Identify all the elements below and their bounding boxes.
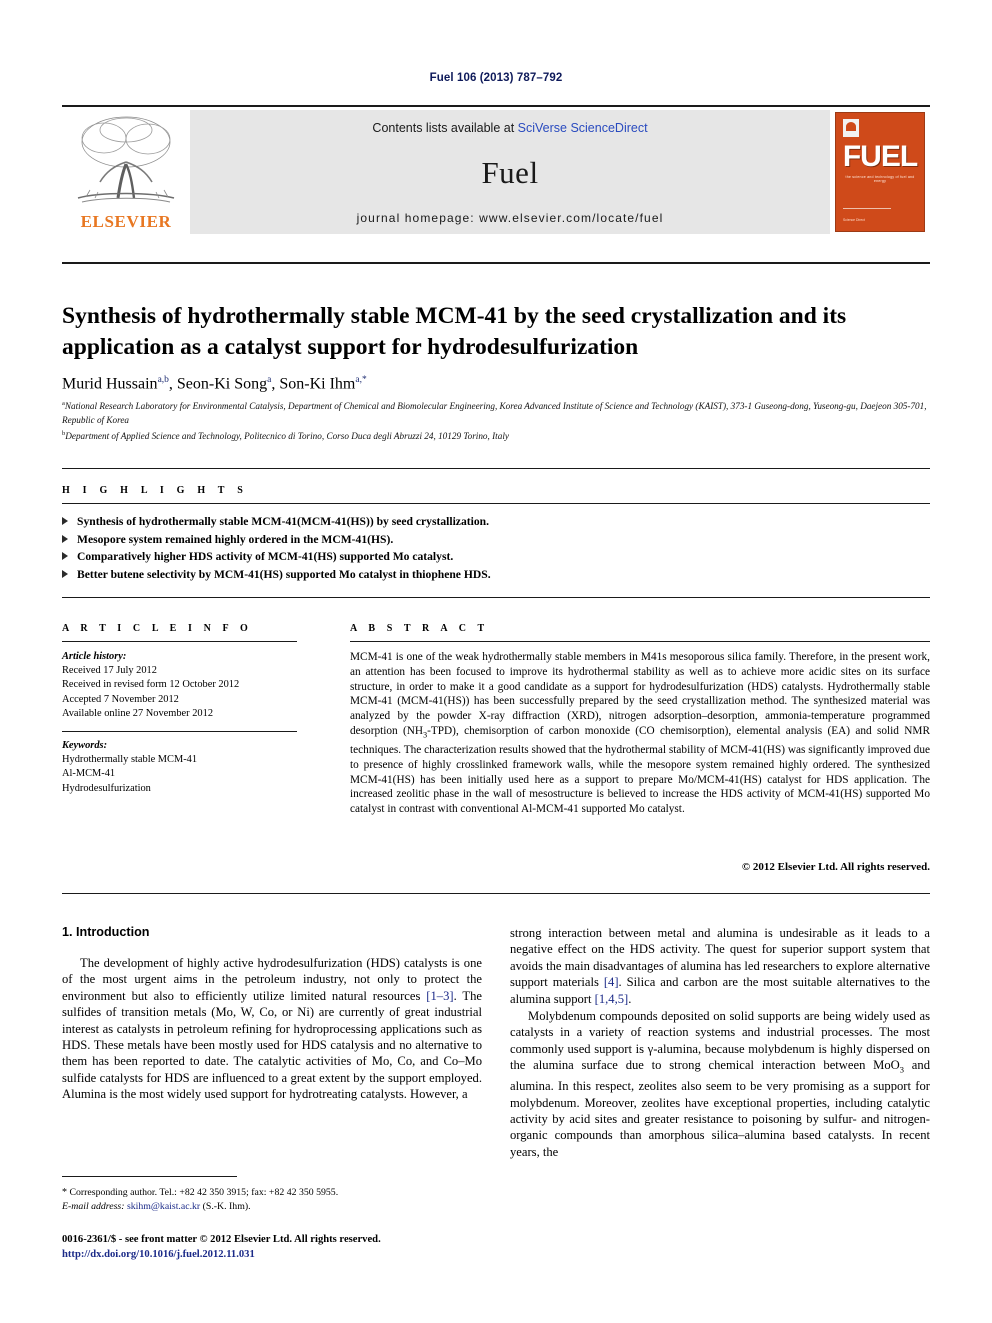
- paragraph: strong interaction between metal and alu…: [510, 925, 930, 1007]
- footnote-divider: [62, 1176, 237, 1177]
- abstract-part-2: -TPD), chemisorption of carbon monoxide …: [350, 724, 930, 816]
- journal-homepage-link[interactable]: journal homepage: www.elsevier.com/locat…: [190, 211, 830, 225]
- highlights-list: Synthesis of hydrothermally stable MCM-4…: [62, 513, 930, 583]
- list-item: Better butene selectivity by MCM-41(HS) …: [62, 566, 930, 584]
- contents-prefix: Contents lists available at: [372, 121, 518, 135]
- list-item: Synthesis of hydrothermally stable MCM-4…: [62, 513, 930, 531]
- citation-ref[interactable]: [1–3]: [426, 989, 453, 1003]
- paper-page: Fuel 106 (2013) 787–792 ELSEVIER Content…: [0, 0, 992, 1323]
- footnote-line: * Corresponding author. Tel.: +82 42 350…: [62, 1186, 492, 1200]
- paragraph-text: The development of highly active hydrode…: [62, 956, 482, 1003]
- paragraph: The development of highly active hydrode…: [62, 955, 482, 1103]
- citation-ref[interactable]: [4]: [604, 975, 619, 989]
- masthead-center: Contents lists available at SciVerse Sci…: [190, 110, 830, 234]
- list-item: Comparatively higher HDS activity of MCM…: [62, 548, 930, 566]
- email-label: E-mail address:: [62, 1200, 125, 1212]
- imprint-block: 0016-2361/$ - see front matter © 2012 El…: [62, 1233, 542, 1262]
- keyword-item: Hydrothermally stable MCM-41: [62, 754, 198, 766]
- highlight-text: Synthesis of hydrothermally stable MCM-4…: [77, 515, 489, 528]
- paragraph-text: . The sulfides of transition metals (Mo,…: [62, 988, 482, 1102]
- journal-masthead: ELSEVIER Contents lists available at Sci…: [62, 105, 930, 235]
- keywords-label: Keywords:: [62, 740, 108, 752]
- author-list: Murid Hussaina,b, Seon-Ki Songa, Son-Ki …: [62, 375, 367, 393]
- affiliation-list: aNational Research Laboratory for Enviro…: [62, 397, 930, 444]
- affiliation-item: bDepartment of Applied Science and Techn…: [62, 427, 930, 444]
- elsevier-logo: ELSEVIER: [62, 110, 190, 234]
- keyword-item: Al-MCM-41: [62, 768, 116, 780]
- keywords-divider: [62, 731, 297, 733]
- journal-title: Fuel: [481, 155, 539, 190]
- history-item: Available online 27 November 2012: [62, 707, 214, 719]
- body-column-right: strong interaction between metal and alu…: [510, 925, 930, 1161]
- abstract-divider: [350, 641, 930, 642]
- cover-elsevier-icon: [843, 119, 859, 137]
- triangle-bullet-icon: [62, 569, 68, 578]
- article-info-column: Article history: Received 17 July 2012 R…: [62, 650, 312, 796]
- highlight-text: Better butene selectivity by MCM-41(HS) …: [77, 567, 491, 581]
- author-name: Murid Hussain: [62, 375, 158, 393]
- article-history-label: Article history:: [62, 651, 127, 662]
- cover-footer: Science Direct: [843, 218, 865, 223]
- corresponding-author-footnote: * Corresponding author. Tel.: +82 42 350…: [62, 1186, 492, 1213]
- paragraph: Molybdenum compounds deposited on solid …: [510, 1008, 930, 1160]
- footnote-line: E-mail address: skihm@kaist.ac.kr (S.-K.…: [62, 1200, 492, 1214]
- paragraph-text: Molybdenum compounds deposited on solid …: [510, 1009, 930, 1073]
- running-head: Fuel 106 (2013) 787–792: [429, 72, 563, 84]
- elsevier-tree-icon: [77, 116, 175, 203]
- highlight-text: Comparatively higher HDS activity of MCM…: [77, 550, 454, 563]
- highlight-text: Mesopore system remained highly ordered …: [77, 532, 394, 546]
- citation-ref[interactable]: [1,4,5]: [595, 992, 629, 1006]
- highlights-mid-divider: [62, 503, 930, 504]
- triangle-bullet-icon: [62, 552, 68, 560]
- author-affil-marker: a,*: [355, 375, 367, 385]
- author-name: Son-Ki Ihm: [279, 375, 356, 393]
- highlights-heading: H I G H L I G H T S: [62, 485, 248, 496]
- journal-cover-thumbnail: FUEL the science and technology of fuel …: [830, 110, 930, 234]
- elsevier-wordmark: ELSEVIER: [80, 212, 172, 231]
- title-divider: [62, 262, 930, 264]
- keyword-item: Hydrodesulfurization: [62, 782, 151, 794]
- paragraph-text: and alumina. In this respect, zeolites a…: [510, 1058, 930, 1159]
- copyright-line: © 2012 Elsevier Ltd. All rights reserved…: [741, 861, 930, 873]
- contents-available-line: Contents lists available at SciVerse Sci…: [190, 121, 830, 135]
- history-item: Received 17 July 2012: [62, 665, 157, 677]
- cover-tagline: the science and technology of fuel and e…: [845, 175, 915, 183]
- issn-copyright-line: 0016-2361/$ - see front matter © 2012 El…: [62, 1234, 381, 1245]
- list-item: Mesopore system remained highly ordered …: [62, 531, 930, 549]
- abstract-text: MCM-41 is one of the weak hydrothermally…: [350, 650, 930, 817]
- author-affil-marker: a,b: [157, 375, 169, 385]
- history-item: Received in revised form 12 October 2012: [62, 679, 240, 691]
- author-affil-marker: a: [267, 375, 272, 385]
- abstract-heading: A B S T R A C T: [350, 623, 489, 634]
- triangle-bullet-icon: [62, 534, 68, 543]
- highlights-top-divider: [62, 468, 930, 469]
- author-name: Seon-Ki Song: [176, 375, 268, 393]
- page-title: Synthesis of hydrothermally stable MCM-4…: [62, 302, 847, 360]
- cover-divider: [843, 208, 891, 209]
- doi-link[interactable]: http://dx.doi.org/10.1016/j.fuel.2012.11…: [62, 1248, 542, 1263]
- section-heading-introduction: 1. Introduction: [62, 925, 150, 939]
- sciencedirect-link[interactable]: SciVerse ScienceDirect: [518, 121, 648, 135]
- body-top-divider: [62, 893, 930, 894]
- affiliation-item: aNational Research Laboratory for Enviro…: [62, 397, 930, 427]
- highlights-bottom-divider: [62, 597, 930, 598]
- triangle-bullet-icon: [62, 517, 68, 525]
- history-item: Accepted 7 November 2012: [62, 693, 179, 705]
- affiliation-text: National Research Laboratory for Environ…: [62, 401, 927, 425]
- affiliation-text: Department of Applied Science and Techno…: [65, 431, 509, 442]
- article-info-divider: [62, 641, 297, 642]
- body-column-left: 1. Introduction The development of highl…: [62, 925, 482, 1104]
- paragraph-text: .: [628, 991, 632, 1006]
- article-info-heading: A R T I C L E I N F O: [62, 623, 253, 634]
- email-link[interactable]: skihm@kaist.ac.kr: [127, 1201, 200, 1212]
- corresponding-author-text: Corresponding author. Tel.: +82 42 350 3…: [67, 1187, 339, 1198]
- cover-title: FUEL: [842, 140, 918, 173]
- email-owner: (S.-K. Ihm).: [200, 1200, 251, 1212]
